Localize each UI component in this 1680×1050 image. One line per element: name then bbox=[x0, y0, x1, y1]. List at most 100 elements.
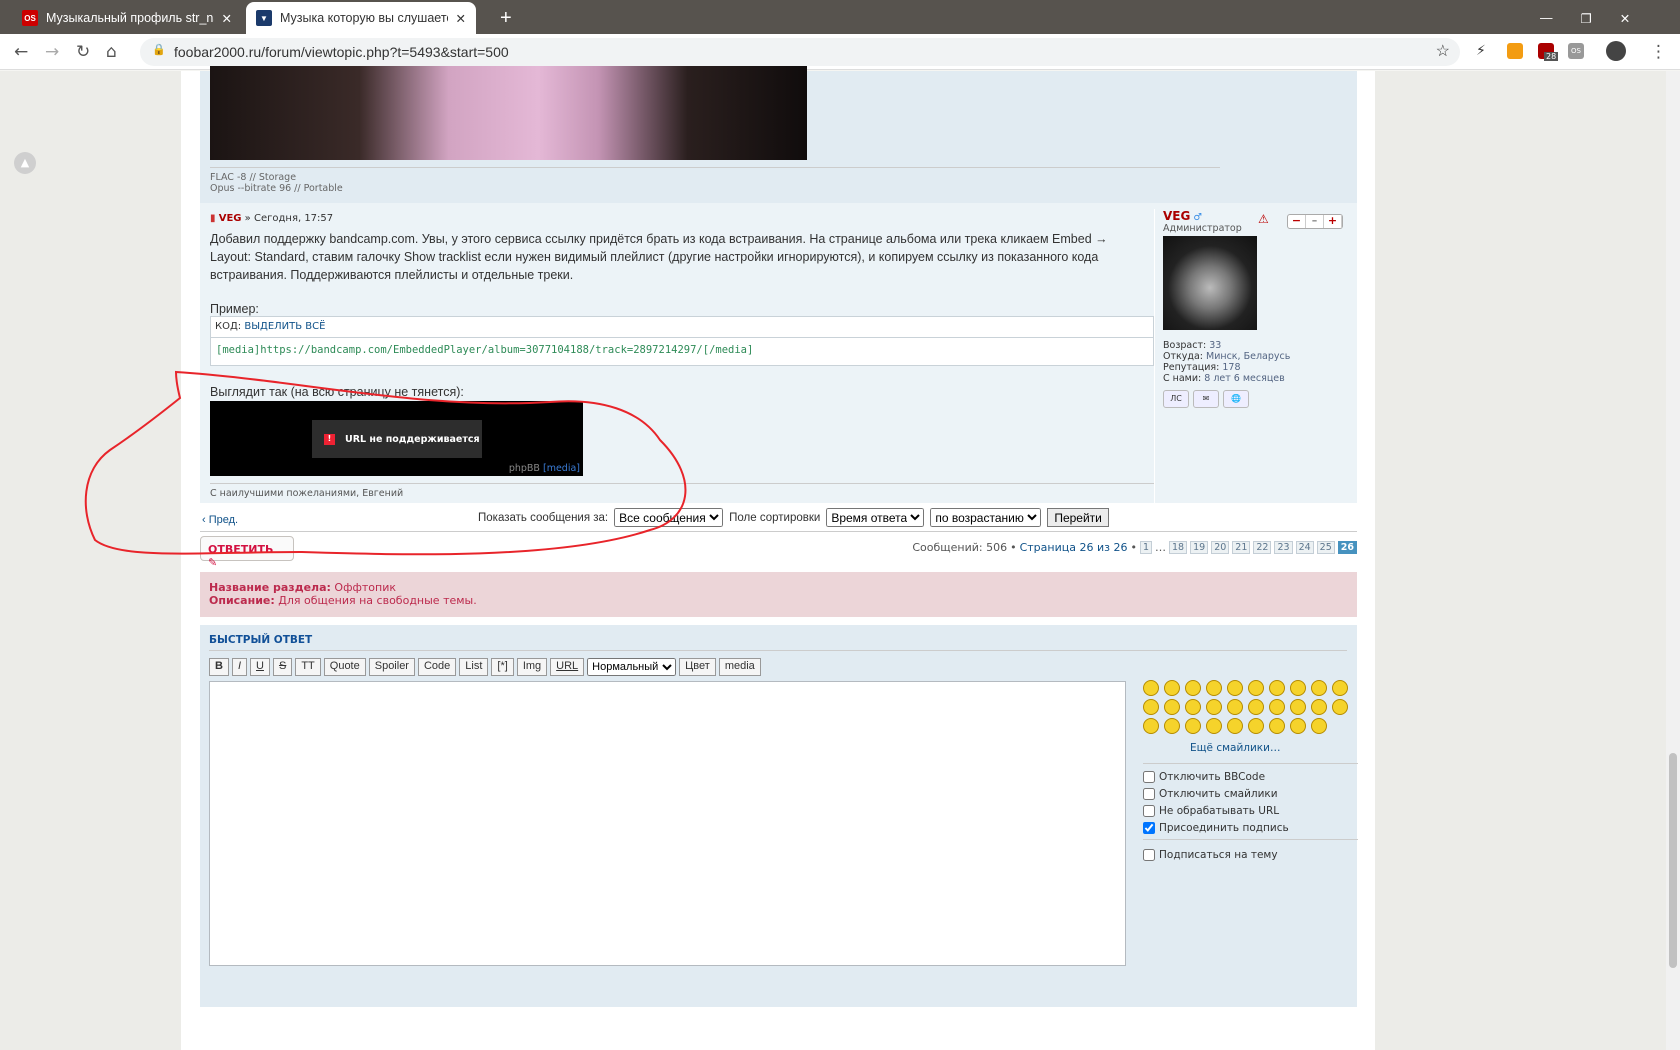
spoiler-button[interactable]: Spoiler bbox=[368, 658, 415, 676]
media-player[interactable]: ! URL не поддерживается phpBB [media] bbox=[210, 401, 583, 476]
quote-button[interactable]: Quote bbox=[323, 658, 366, 676]
img-button[interactable]: Img bbox=[516, 658, 548, 676]
page-link[interactable]: 20 bbox=[1211, 541, 1230, 554]
smiley-icon[interactable] bbox=[1269, 680, 1285, 696]
quick-reply: БЫСТРЫЙ ОТВЕТ B I U S TT Quote Spoiler C… bbox=[200, 625, 1358, 1007]
tab-foobar-forum[interactable]: ▼ Музыка которую вы слушаете с ✕ bbox=[246, 2, 476, 34]
font-size-select[interactable]: Нормальный bbox=[587, 658, 677, 676]
smiley-icon[interactable] bbox=[1185, 699, 1201, 715]
smiley-icon[interactable] bbox=[1164, 699, 1180, 715]
email-button[interactable]: ✉ bbox=[1193, 390, 1219, 408]
reply-button[interactable]: ОТВЕТИТЬ ✎ bbox=[200, 536, 294, 569]
back-icon[interactable]: ← bbox=[14, 42, 28, 62]
smiley-icon[interactable] bbox=[1227, 699, 1243, 715]
page-link[interactable]: 1 bbox=[1139, 541, 1153, 554]
page-jump[interactable]: Страница 26 из 26 bbox=[1020, 541, 1128, 554]
more-smilies-link[interactable]: Ещё смайлики… bbox=[1190, 742, 1280, 754]
smiley-icon[interactable] bbox=[1206, 718, 1222, 734]
message-textarea[interactable] bbox=[209, 681, 1126, 966]
go-button[interactable]: Перейти bbox=[1047, 508, 1109, 527]
smiley-icon[interactable] bbox=[1311, 680, 1327, 696]
scrollbar-thumb[interactable] bbox=[1669, 753, 1677, 968]
smiley-icon[interactable] bbox=[1164, 718, 1180, 734]
smiley-icon[interactable] bbox=[1143, 680, 1159, 696]
sort-field-select[interactable]: Время ответа bbox=[826, 508, 925, 527]
list-button[interactable]: List bbox=[459, 658, 489, 676]
page-link[interactable]: 23 bbox=[1274, 541, 1293, 554]
code-button[interactable]: Code bbox=[417, 658, 457, 676]
smiley-icon[interactable] bbox=[1206, 680, 1222, 696]
url-button[interactable]: URL bbox=[550, 658, 585, 676]
close-tab-icon[interactable]: ✕ bbox=[222, 11, 232, 26]
smiley-icon[interactable] bbox=[1269, 718, 1285, 734]
show-period-select[interactable]: Все сообщения bbox=[614, 508, 724, 527]
subscribe-checkbox[interactable] bbox=[1143, 848, 1155, 861]
current-page: 26 bbox=[1337, 541, 1357, 554]
tab-music-profile[interactable]: OSМузыкальный профиль str_na_la✕ bbox=[12, 2, 242, 34]
os-extension-icon[interactable]: OS bbox=[1568, 43, 1584, 59]
disable-bbcode-checkbox[interactable] bbox=[1143, 770, 1155, 783]
list-item-button[interactable]: [*] bbox=[491, 658, 514, 676]
profile-name[interactable]: VEG bbox=[1163, 209, 1190, 223]
smiley-icon[interactable] bbox=[1290, 680, 1306, 696]
smiley-icon[interactable] bbox=[1248, 699, 1264, 715]
prev-link[interactable]: ‹ Пред. bbox=[202, 514, 238, 526]
reload-icon[interactable]: ↻ bbox=[76, 42, 90, 62]
scroll-top-icon[interactable]: ▲ bbox=[14, 152, 36, 174]
profile-avatar[interactable] bbox=[1606, 41, 1626, 61]
shield-extension-icon[interactable]: 28 bbox=[1538, 43, 1559, 61]
smiley-icon[interactable] bbox=[1143, 699, 1159, 715]
page-link[interactable]: 22 bbox=[1253, 541, 1272, 554]
strike-button[interactable]: S bbox=[272, 658, 293, 676]
url-input[interactable]: 🔒 foobar2000.ru/forum/viewtopic.php?t=549… bbox=[140, 38, 1460, 66]
scrollbar[interactable] bbox=[1666, 71, 1680, 1050]
smiley-icon[interactable] bbox=[1290, 699, 1306, 715]
new-tab-button[interactable]: + bbox=[490, 2, 520, 34]
page-link[interactable]: 24 bbox=[1295, 541, 1314, 554]
italic-button[interactable]: I bbox=[231, 658, 248, 676]
page-link[interactable]: 25 bbox=[1316, 541, 1335, 554]
media-button[interactable]: media bbox=[718, 658, 761, 676]
page-link[interactable]: 18 bbox=[1169, 541, 1188, 554]
bookmark-star-icon[interactable]: ☆ bbox=[1436, 41, 1450, 61]
menu-icon[interactable]: ⋮ bbox=[1650, 42, 1667, 62]
smiley-icon[interactable] bbox=[1185, 718, 1201, 734]
website-button[interactable]: 🌐 bbox=[1223, 390, 1249, 408]
smiley-icon[interactable] bbox=[1227, 718, 1243, 734]
smiley-icon[interactable] bbox=[1143, 718, 1159, 734]
smiley-icon[interactable] bbox=[1269, 699, 1285, 715]
sort-order-select[interactable]: по возрастанию bbox=[930, 508, 1042, 527]
rss-extension-icon[interactable] bbox=[1507, 43, 1523, 59]
smiley-icon[interactable] bbox=[1290, 718, 1306, 734]
smiley-icon[interactable] bbox=[1311, 699, 1327, 715]
smiley-icon[interactable] bbox=[1332, 699, 1348, 715]
underline-button[interactable]: U bbox=[250, 658, 270, 676]
smiley-icon[interactable] bbox=[1206, 699, 1222, 715]
smiley-icon[interactable] bbox=[1164, 680, 1180, 696]
teletype-button[interactable]: TT bbox=[295, 658, 321, 676]
page-link[interactable]: 19 bbox=[1190, 541, 1209, 554]
smiley-icon[interactable] bbox=[1311, 718, 1327, 734]
close-tab-icon[interactable]: ✕ bbox=[456, 11, 466, 26]
attach-signature-checkbox[interactable] bbox=[1143, 821, 1155, 834]
smiley-icon[interactable] bbox=[1227, 680, 1243, 696]
restore-icon[interactable]: ❐ bbox=[1581, 11, 1592, 26]
author-link[interactable]: VEG bbox=[219, 213, 242, 224]
minimize-icon[interactable]: — bbox=[1540, 11, 1553, 25]
bold-button[interactable]: B bbox=[209, 658, 229, 676]
smiley-icon[interactable] bbox=[1332, 680, 1348, 696]
home-icon[interactable]: ⌂ bbox=[106, 42, 117, 62]
select-all-link[interactable]: Выделить всё bbox=[244, 321, 325, 332]
close-window-icon[interactable]: ✕ bbox=[1620, 11, 1630, 26]
smiley-icon[interactable] bbox=[1248, 680, 1264, 696]
color-button[interactable]: Цвет bbox=[679, 658, 716, 676]
page-link[interactable]: 21 bbox=[1232, 541, 1251, 554]
smiley-icon[interactable] bbox=[1185, 680, 1201, 696]
page-viewport: ▲ FLAC -8 // Storage Opus --bitrate 96 //… bbox=[0, 66, 1666, 1050]
smiley-icon[interactable] bbox=[1248, 718, 1264, 734]
disable-url-checkbox[interactable] bbox=[1143, 804, 1155, 817]
forward-icon[interactable]: → bbox=[45, 42, 59, 62]
lightning-extension-icon[interactable]: ⚡ bbox=[1476, 43, 1492, 59]
disable-smilies-checkbox[interactable] bbox=[1143, 787, 1155, 800]
pm-button[interactable]: ЛС bbox=[1163, 390, 1189, 408]
